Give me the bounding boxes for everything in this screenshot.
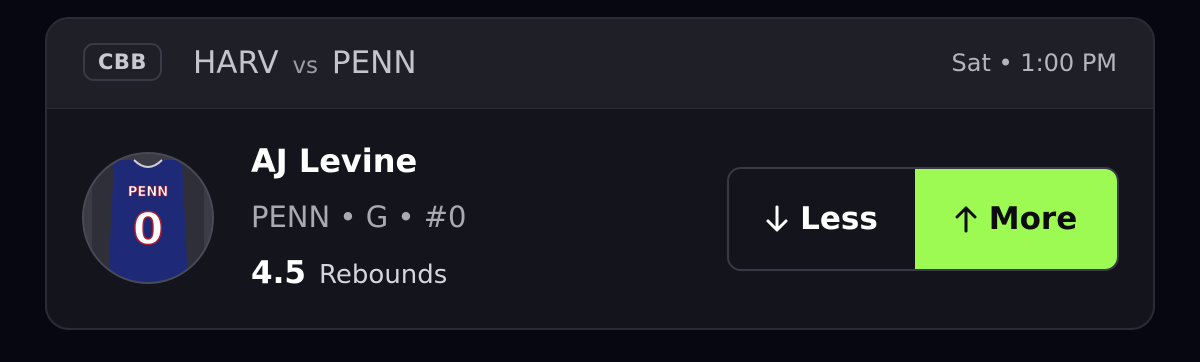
- game-header: CBB HARV vs PENN Sat • 1:00 PM: [47, 19, 1153, 109]
- jersey-image: PENN 0: [84, 154, 212, 282]
- game-time: Sat • 1:00 PM: [951, 49, 1117, 77]
- more-label: More: [988, 201, 1078, 237]
- pick-card: CBB HARV vs PENN Sat • 1:00 PM PENN 0 AJ…: [45, 17, 1155, 330]
- jersey-number: 0: [133, 204, 164, 255]
- player-name: AJ Levine: [251, 142, 418, 180]
- less-label: Less: [800, 201, 878, 237]
- line-value: 4.5: [251, 255, 306, 291]
- less-button[interactable]: Less: [729, 169, 915, 269]
- stat-line: 4.5 Rebounds: [251, 254, 447, 297]
- arrow-up-icon: [955, 205, 977, 233]
- more-button[interactable]: More: [915, 169, 1117, 269]
- away-team: HARV: [193, 45, 279, 81]
- vs-label: vs: [292, 53, 319, 79]
- pick-toggle: Less More: [727, 167, 1119, 271]
- matchup: HARV vs PENN: [193, 44, 417, 85]
- jersey-text: PENN: [128, 185, 168, 200]
- league-badge: CBB: [83, 43, 162, 81]
- home-team: PENN: [331, 45, 417, 81]
- arrow-down-icon: [766, 205, 788, 233]
- player-avatar: PENN 0: [82, 152, 214, 284]
- stat-type: Rebounds: [319, 260, 448, 290]
- player-meta: PENN • G • #0: [251, 200, 467, 234]
